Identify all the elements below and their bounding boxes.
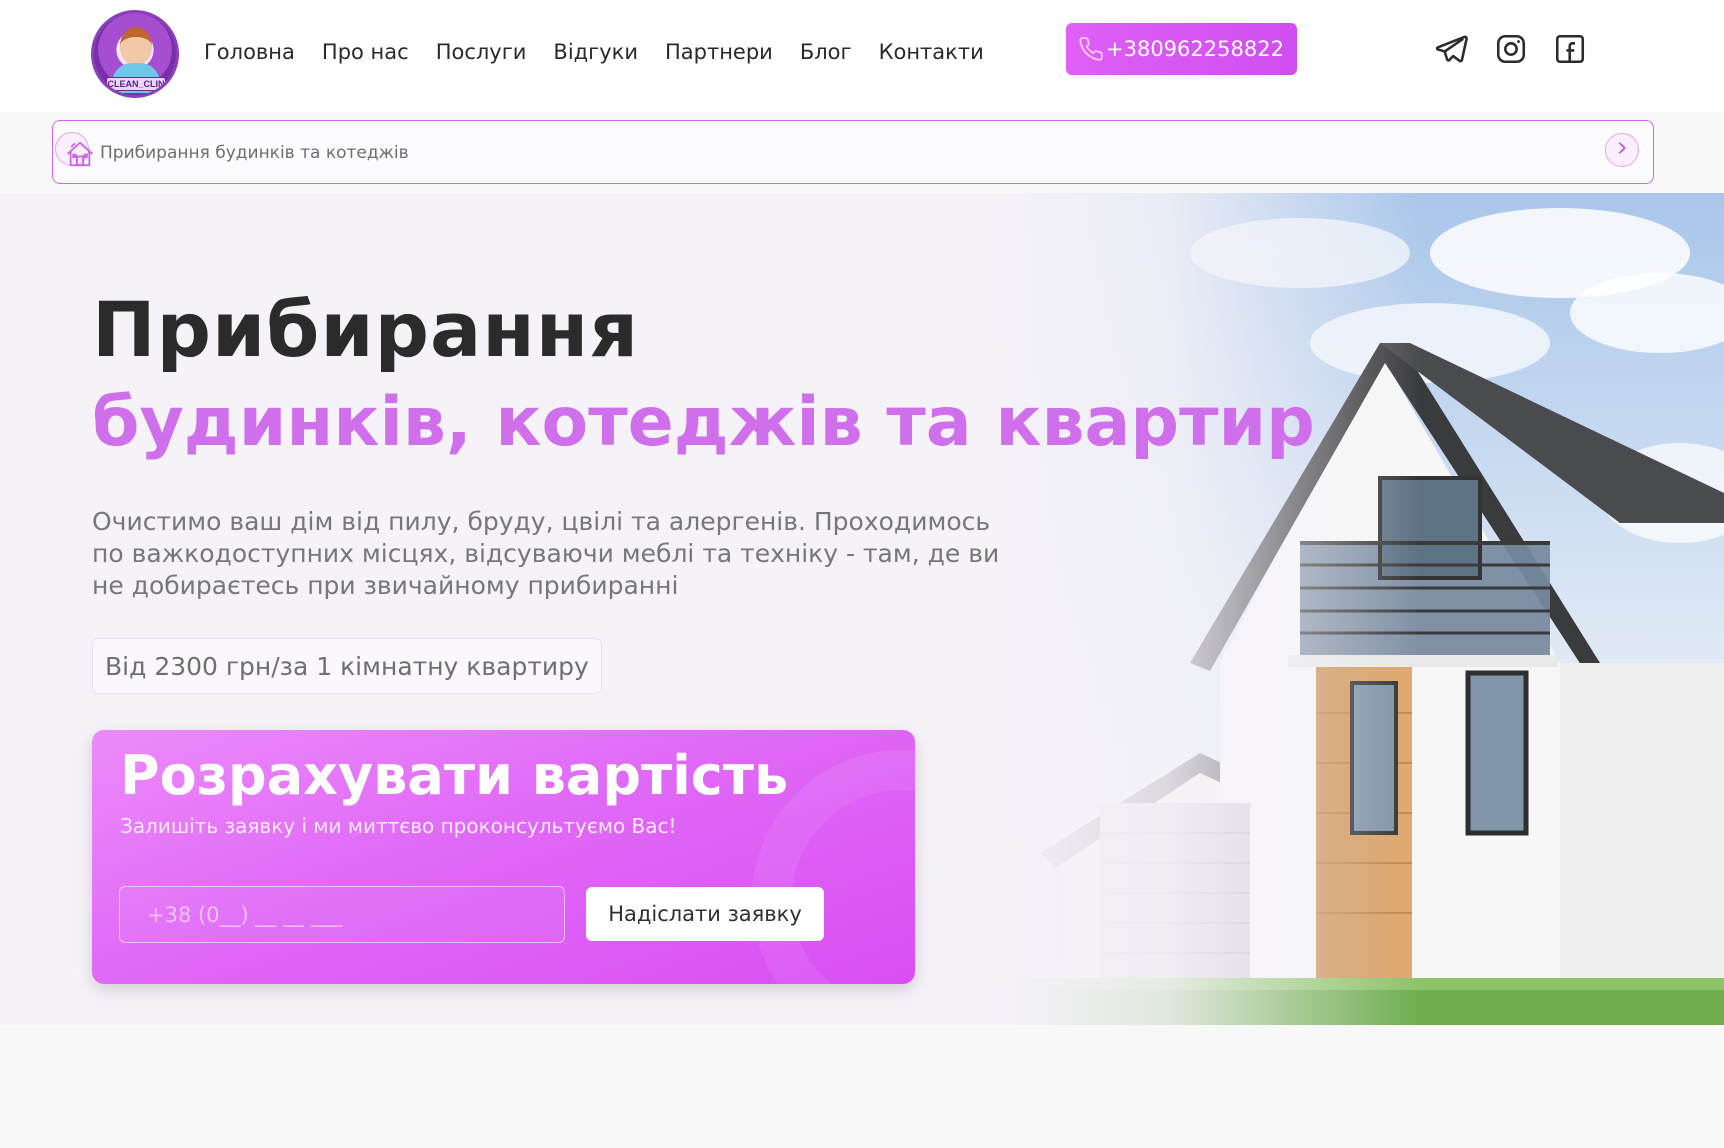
- logo-text: CLEAN_CLIN: [106, 77, 166, 91]
- breadcrumb: Прибирання будинків та котеджів: [52, 120, 1654, 184]
- phone-icon: [1078, 36, 1104, 62]
- logo-face-shape: [120, 27, 152, 65]
- site-header: CLEAN_CLIN Головна Про нас Послуги Відгу…: [0, 0, 1724, 112]
- breadcrumb-current[interactable]: Прибирання будинків та котеджів: [100, 143, 409, 163]
- facebook-icon[interactable]: [1553, 32, 1587, 66]
- logo[interactable]: CLEAN_CLIN: [91, 10, 179, 98]
- nav-item-reviews[interactable]: Відгуки: [553, 40, 638, 64]
- hero-section: Прибирання будинків, котеджів та квартир…: [0, 193, 1724, 1025]
- hero-title-line2: будинків, котеджів та квартир: [92, 383, 1315, 462]
- price-badge: Від 2300 грн/за 1 кімнатну квартиру: [92, 638, 602, 694]
- breadcrumb-next-button[interactable]: [1605, 133, 1639, 167]
- chevron-right-icon: [1614, 140, 1630, 160]
- nav-item-home[interactable]: Головна: [204, 40, 295, 64]
- home-icon: [65, 139, 95, 169]
- phone-number: +380962258822: [1106, 37, 1284, 61]
- submit-request-button[interactable]: Надіслати заявку: [586, 887, 824, 941]
- house-fade-overlay: [1000, 193, 1420, 1025]
- page: CLEAN_CLIN Головна Про нас Послуги Відгу…: [0, 0, 1724, 1148]
- hero-description: Очистимо ваш дім від пилу, бруду, цвілі …: [92, 507, 1000, 600]
- hero-title-line1: Прибирання: [92, 285, 640, 374]
- estimate-form: Розрахувати вартість Залишіть заявку і м…: [92, 730, 915, 984]
- nav-item-about[interactable]: Про нас: [322, 40, 409, 64]
- nav-item-contacts[interactable]: Контакти: [879, 40, 984, 64]
- phone-button[interactable]: +380962258822: [1066, 23, 1297, 75]
- form-subtitle: Залишіть заявку і ми миттєво проконсульт…: [120, 814, 677, 838]
- nav-item-partners[interactable]: Партнери: [665, 40, 773, 64]
- form-title: Розрахувати вартість: [120, 744, 789, 807]
- nav-item-services[interactable]: Послуги: [436, 40, 527, 64]
- instagram-icon[interactable]: [1494, 32, 1528, 66]
- main-nav: Головна Про нас Послуги Відгуки Партнери…: [204, 40, 1011, 64]
- phone-input[interactable]: [119, 886, 565, 943]
- telegram-icon[interactable]: [1434, 32, 1468, 66]
- nav-item-blog[interactable]: Блог: [800, 40, 852, 64]
